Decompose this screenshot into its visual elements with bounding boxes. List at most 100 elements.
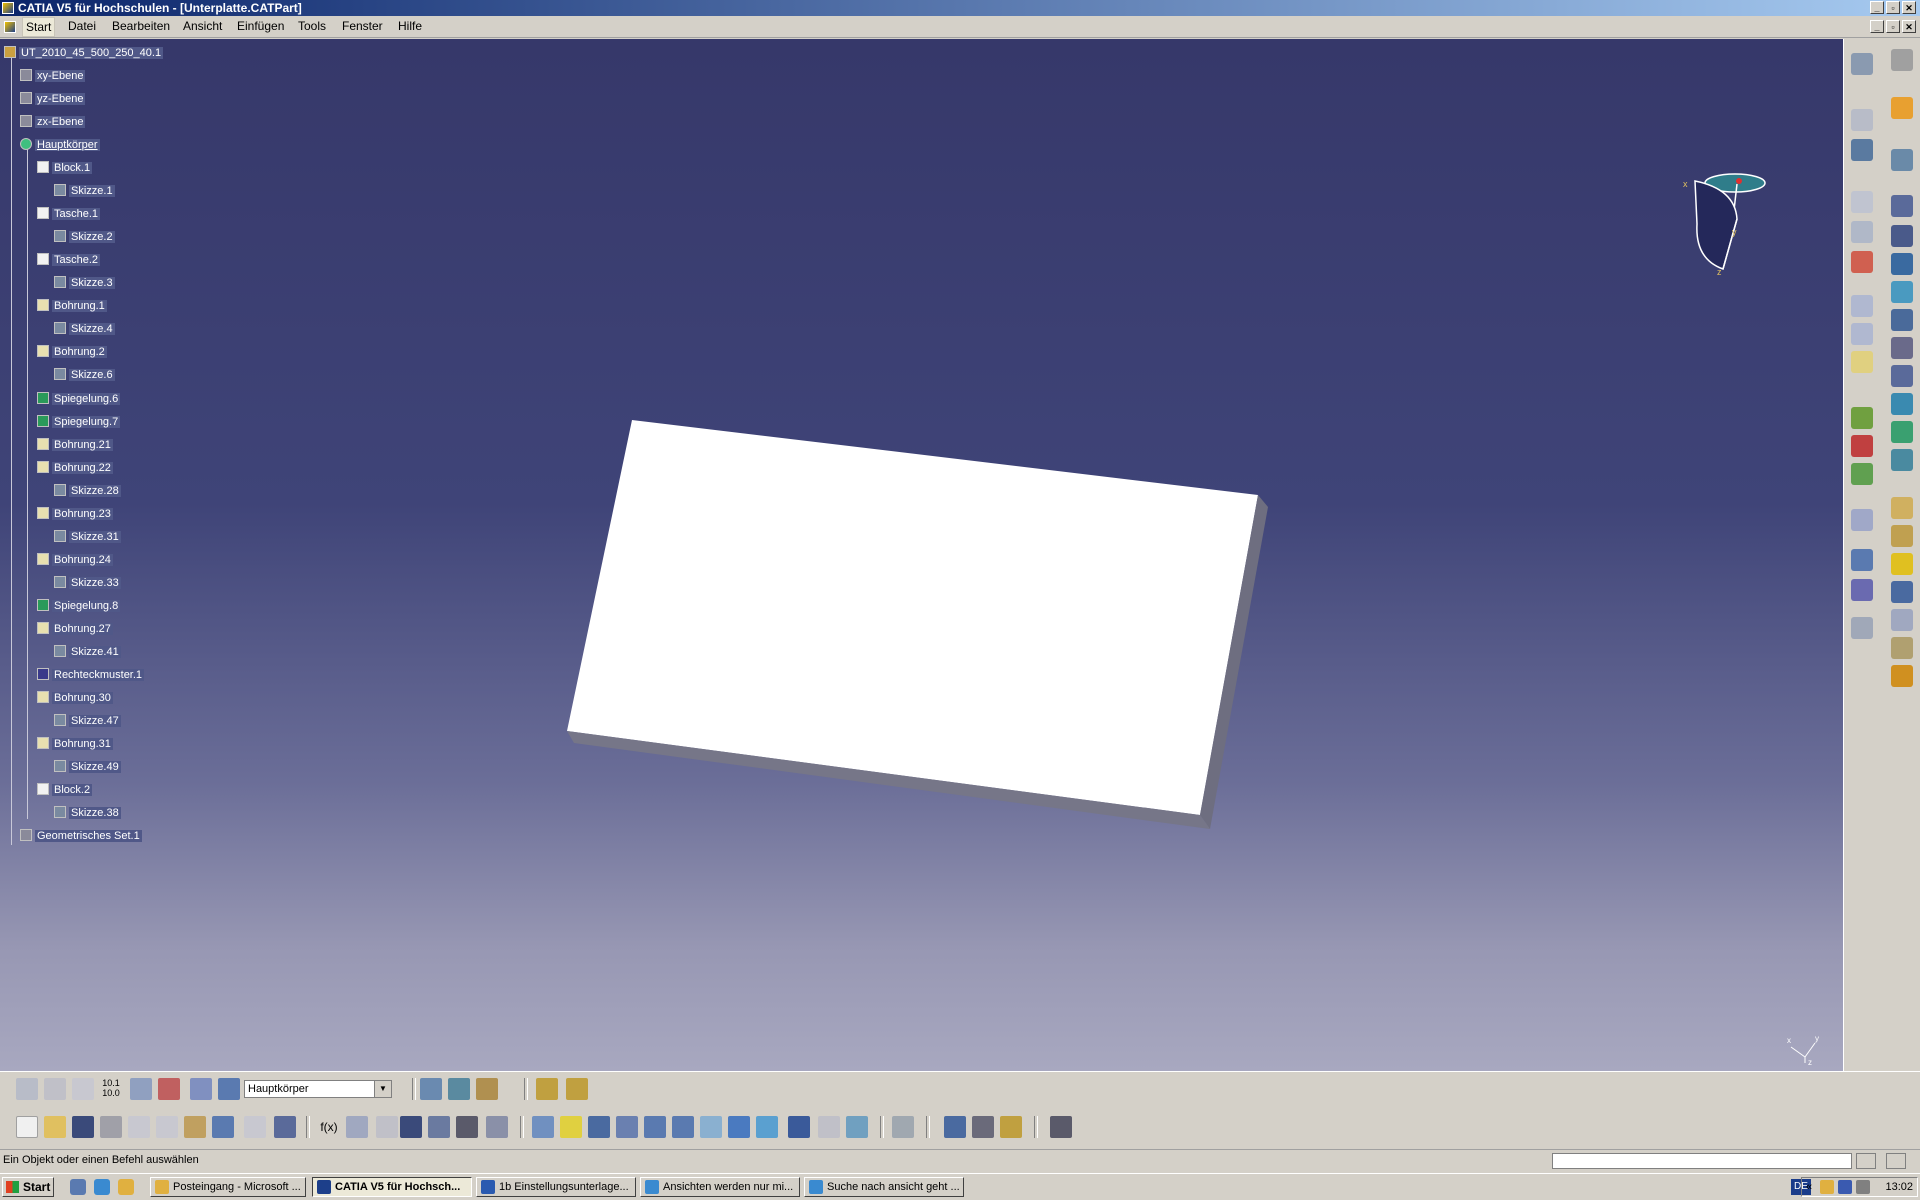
menu-tools[interactable]: Tools bbox=[298, 19, 326, 33]
hide-show-icon[interactable] bbox=[818, 1116, 840, 1138]
restore-button[interactable]: ▫ bbox=[1886, 1, 1900, 14]
tree-node[interactable]: Bohrung.27 bbox=[37, 621, 113, 637]
close-button[interactable]: ✕ bbox=[1902, 1, 1916, 14]
slot-icon[interactable] bbox=[1891, 337, 1913, 359]
redo-icon[interactable] bbox=[244, 1116, 266, 1138]
plane-icon[interactable] bbox=[1851, 351, 1873, 373]
tree-node-root[interactable]: UT_2010_45_500_250_40.1 bbox=[4, 45, 164, 61]
check-icon[interactable] bbox=[1851, 463, 1873, 485]
tree-node[interactable]: Tasche.1 bbox=[37, 206, 101, 222]
tree-node[interactable]: Spiegelung.7 bbox=[37, 414, 121, 430]
status-button[interactable] bbox=[1886, 1153, 1906, 1169]
sketcher-tool-button[interactable] bbox=[1851, 53, 1873, 75]
save-icon[interactable] bbox=[72, 1116, 94, 1138]
rotate-icon[interactable] bbox=[616, 1116, 638, 1138]
lock-icon[interactable] bbox=[456, 1116, 478, 1138]
render-icon[interactable] bbox=[448, 1078, 470, 1100]
undo-icon[interactable] bbox=[212, 1116, 234, 1138]
doc-restore-button[interactable]: ▫ bbox=[1886, 20, 1900, 33]
outlook-icon[interactable] bbox=[118, 1179, 134, 1195]
constraint-icon[interactable] bbox=[1851, 407, 1873, 429]
tree-node[interactable]: Block.1 bbox=[37, 160, 93, 176]
taskbar-item-active[interactable]: CATIA V5 für Hochsch... bbox=[312, 1177, 472, 1197]
shell-icon[interactable] bbox=[1891, 525, 1913, 547]
chamfer-icon[interactable] bbox=[1891, 449, 1913, 471]
mirror-icon[interactable] bbox=[1851, 549, 1873, 571]
sketch-tool-button[interactable] bbox=[1851, 109, 1873, 131]
fly-icon[interactable] bbox=[532, 1116, 554, 1138]
annotation-tool-button[interactable] bbox=[1851, 221, 1873, 243]
measure-between-icon[interactable] bbox=[892, 1116, 914, 1138]
minimize-button[interactable]: _ bbox=[1870, 1, 1884, 14]
tree-node[interactable]: Rechteckmuster.1 bbox=[37, 667, 145, 683]
new-file-icon[interactable] bbox=[16, 1116, 38, 1138]
draft-icon[interactable] bbox=[1891, 497, 1913, 519]
pad-icon[interactable] bbox=[1891, 195, 1913, 217]
status-button[interactable] bbox=[1856, 1153, 1876, 1169]
tree-node[interactable]: Block.2 bbox=[37, 782, 93, 798]
menu-datei[interactable]: Datei bbox=[68, 19, 96, 33]
compass[interactable]: x y z bbox=[1675, 129, 1775, 279]
tree-node[interactable]: Bohrung.21 bbox=[37, 437, 113, 453]
scale-icon[interactable] bbox=[1851, 617, 1873, 639]
fillet-icon[interactable] bbox=[1891, 421, 1913, 443]
camera-icon[interactable] bbox=[1050, 1116, 1072, 1138]
tree-node[interactable]: Spiegelung.8 bbox=[37, 598, 121, 614]
reference-element-icon[interactable] bbox=[566, 1078, 588, 1100]
sketch-edit-icon[interactable] bbox=[1891, 149, 1913, 171]
body-select-dropdown[interactable]: Hauptkörper ▼ bbox=[244, 1080, 392, 1098]
part-geometry[interactable] bbox=[560, 379, 1280, 839]
view-tool-button[interactable] bbox=[1851, 139, 1873, 161]
material-icon[interactable] bbox=[476, 1078, 498, 1100]
pan-icon[interactable] bbox=[588, 1116, 610, 1138]
tray-expand-icon[interactable]: « bbox=[1806, 1178, 1812, 1196]
tree-node[interactable]: Skizze.28 bbox=[54, 483, 121, 499]
tree-node[interactable]: yz-Ebene bbox=[20, 91, 86, 107]
print-icon[interactable] bbox=[100, 1116, 122, 1138]
taskbar-item[interactable]: Ansichten werden nur mi... bbox=[640, 1177, 800, 1197]
insert-body-icon[interactable] bbox=[1891, 665, 1913, 687]
menu-einfuegen[interactable]: Einfügen bbox=[237, 19, 284, 33]
transform-icon[interactable] bbox=[1851, 509, 1873, 531]
tree-node[interactable]: Spiegelung.6 bbox=[37, 391, 121, 407]
tree-node[interactable]: Skizze.49 bbox=[54, 759, 121, 775]
select-cursor-icon[interactable] bbox=[1891, 97, 1913, 119]
work-object-icon[interactable] bbox=[218, 1078, 240, 1100]
measure-item-icon[interactable] bbox=[944, 1116, 966, 1138]
multi-view-icon[interactable] bbox=[728, 1116, 750, 1138]
menu-bearbeiten[interactable]: Bearbeiten bbox=[112, 19, 170, 33]
fit-all-icon[interactable] bbox=[560, 1116, 582, 1138]
desktop-icon[interactable] bbox=[70, 1179, 86, 1195]
sketch-analysis-icon[interactable] bbox=[130, 1078, 152, 1100]
apply-material-icon[interactable] bbox=[536, 1078, 558, 1100]
tree-node[interactable]: Skizze.31 bbox=[54, 529, 121, 545]
open-folder-icon[interactable] bbox=[44, 1116, 66, 1138]
menu-hilfe[interactable]: Hilfe bbox=[398, 19, 422, 33]
pocket-icon[interactable] bbox=[1891, 225, 1913, 247]
menu-start[interactable]: Start bbox=[22, 17, 56, 37]
pattern-icon[interactable] bbox=[1851, 579, 1873, 601]
update-icon[interactable] bbox=[16, 1078, 38, 1100]
line-icon[interactable] bbox=[1851, 323, 1873, 345]
thickness-icon[interactable] bbox=[1891, 553, 1913, 575]
knowledge-icon[interactable] bbox=[346, 1116, 368, 1138]
hole-icon[interactable] bbox=[1891, 281, 1913, 303]
swap-visible-space-icon[interactable] bbox=[846, 1116, 868, 1138]
normal-view-icon[interactable] bbox=[700, 1116, 722, 1138]
tree-node[interactable]: Skizze.33 bbox=[54, 575, 121, 591]
compass-handle[interactable] bbox=[1736, 178, 1742, 184]
taskbar-item[interactable]: 1b Einstellungsunterlage... bbox=[476, 1177, 636, 1197]
tree-node[interactable]: Bohrung.31 bbox=[37, 736, 113, 752]
layer-icon[interactable] bbox=[190, 1078, 212, 1100]
thread-icon[interactable] bbox=[1891, 581, 1913, 603]
tree-node[interactable]: Skizze.6 bbox=[54, 367, 115, 383]
tree-node[interactable]: Bohrung.23 bbox=[37, 506, 113, 522]
cut-icon[interactable] bbox=[128, 1116, 150, 1138]
tree-node[interactable]: zx-Ebene bbox=[20, 114, 86, 130]
stiffener-icon[interactable] bbox=[1891, 365, 1913, 387]
tray-network-icon[interactable] bbox=[1838, 1180, 1852, 1194]
browser-icon[interactable] bbox=[94, 1179, 110, 1195]
law-icon[interactable] bbox=[376, 1116, 398, 1138]
tree-node[interactable]: Tasche.2 bbox=[37, 252, 101, 268]
doc-close-button[interactable]: ✕ bbox=[1902, 20, 1916, 33]
